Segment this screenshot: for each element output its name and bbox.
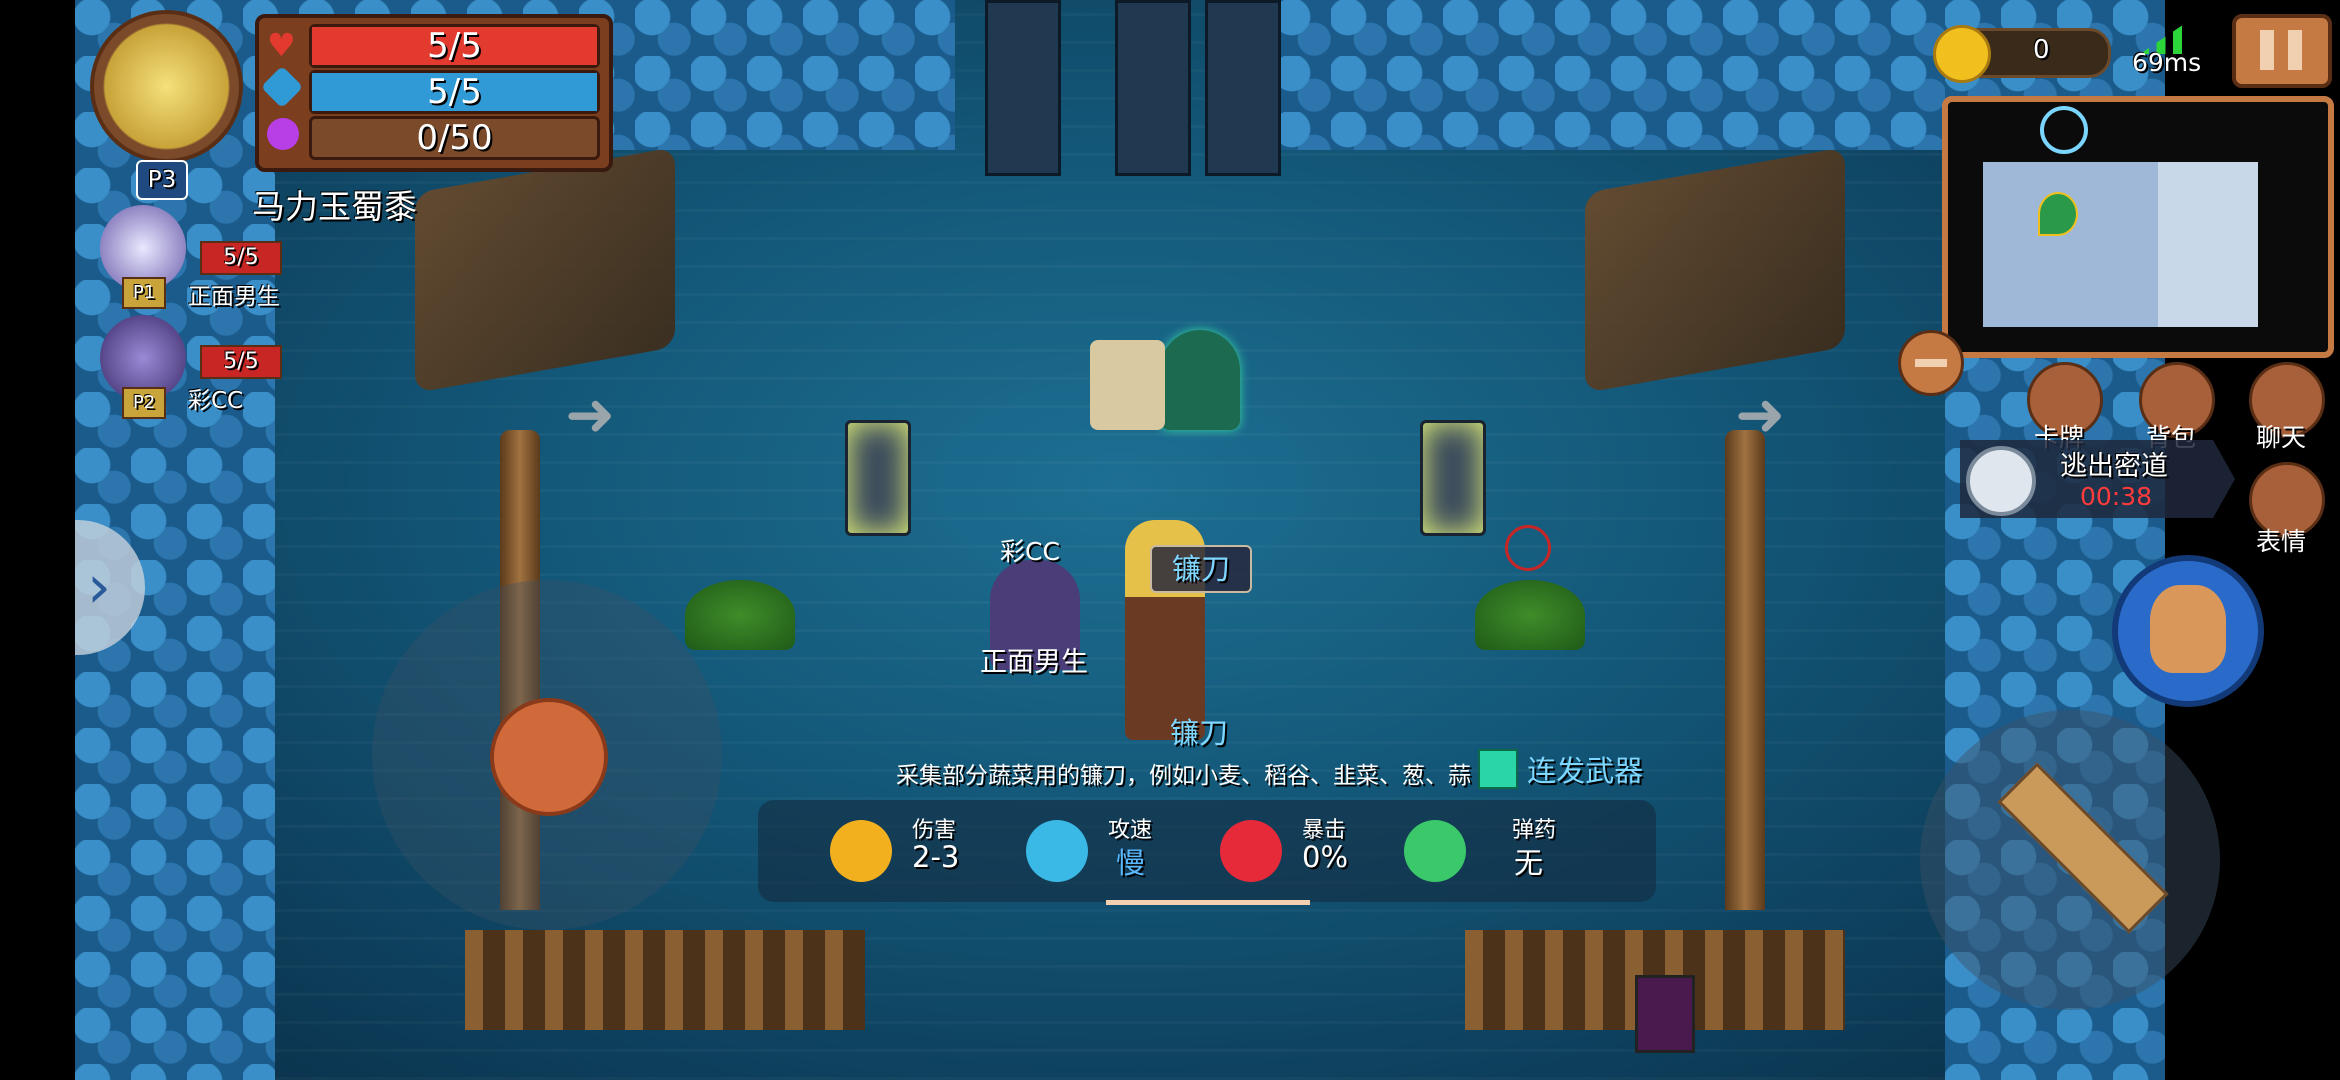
energy-icon	[267, 118, 299, 150]
energy-value: 0/50	[416, 118, 493, 158]
crosshair-icon	[1505, 525, 1551, 571]
coin-icon	[1933, 25, 1991, 83]
stopwatch-icon	[1966, 446, 2036, 516]
hp-bar: 5/5	[309, 24, 600, 68]
pause-icon	[2260, 30, 2274, 70]
quest-title: 逃出密道	[2060, 451, 2168, 482]
rapid-fire-icon	[1478, 749, 1518, 789]
interact-button[interactable]	[2112, 555, 2264, 707]
gate-pillar	[1115, 0, 1191, 176]
coin-counter: 0	[1933, 25, 2111, 83]
npc-caicc-label: 彩CC	[1000, 537, 1060, 566]
weapon-stats-panel: 伤害 2-3 攻速 慢 暴击 0% 弹药 无	[758, 800, 1656, 902]
player-marker-icon	[2038, 192, 2078, 236]
shield-value: 5/5	[427, 72, 482, 112]
arrow-sign-left: ➜	[565, 380, 616, 450]
speed-icon	[1026, 820, 1088, 882]
minimap-collapse-button[interactable]	[1898, 330, 1964, 396]
attack-button[interactable]	[1920, 710, 2220, 1010]
ping-value: 69ms	[2132, 48, 2202, 77]
pause-icon	[2288, 30, 2302, 70]
cards-button[interactable]: 卡牌	[2022, 362, 2103, 452]
gate-pillar	[985, 0, 1061, 176]
shipwreck-right	[1585, 147, 1845, 393]
plant-right	[1475, 580, 1585, 650]
stat-value: 0%	[1302, 840, 1349, 874]
stat-speed: 攻速 慢	[1026, 810, 1226, 890]
portal-icon	[2040, 106, 2088, 154]
heart-icon: ♥	[267, 26, 296, 64]
minus-icon	[1915, 359, 1947, 367]
stat-damage: 伤害 2-3	[830, 810, 1030, 890]
weapon-tag-top: 镰刀	[1150, 545, 1252, 593]
movement-joystick[interactable]	[372, 580, 722, 930]
enemy-marker-icon	[1635, 975, 1695, 1053]
teammate-name: 彩CC	[188, 388, 244, 414]
lantern-right	[1420, 420, 1486, 536]
stat-value: 慢	[1116, 846, 1146, 880]
crit-icon	[1220, 820, 1282, 882]
npc-zhengmian-label: 正面男生	[980, 647, 1088, 678]
teammate-name: 正面男生	[188, 284, 280, 310]
minimap-room	[1983, 162, 2158, 327]
hand-icon	[2150, 585, 2226, 673]
gate-pillar	[1205, 0, 1281, 176]
plant-left	[685, 580, 795, 650]
teammate-p1: P1 5/5 正面男生	[100, 205, 420, 310]
fence-bottom-left	[465, 930, 865, 1030]
player-stats-panel: 5/5 5/5 0/50 ♥	[255, 14, 613, 172]
damage-icon	[830, 820, 892, 882]
backpack-button[interactable]: 背包	[2134, 362, 2215, 452]
minimap-room	[2158, 162, 2258, 327]
scroll-item[interactable]	[1090, 340, 1165, 430]
chevron-right-icon: ›	[87, 552, 111, 622]
teammate-p2: P2 5/5 彩CC	[100, 315, 420, 419]
fence-right	[1725, 430, 1765, 910]
shield-bar: 5/5	[309, 70, 600, 114]
weapon-tag-bottom: 镰刀	[1170, 716, 1229, 750]
stat-ammo: 弹药 无	[1404, 810, 1604, 890]
ghost-npc[interactable]	[1160, 330, 1240, 430]
weapon-type-tag: 连发武器	[1478, 748, 1644, 789]
teammate-hp-text: 5/5	[223, 245, 259, 270]
ammo-icon	[1404, 820, 1466, 882]
emote-label: 表情	[2256, 527, 2307, 556]
teammate-tag: P1	[122, 277, 166, 309]
stat-crit: 暴击 0%	[1220, 810, 1420, 890]
shield-icon	[260, 65, 304, 109]
emote-button[interactable]: 表情	[2244, 460, 2325, 556]
chat-label: 聊天	[2256, 423, 2307, 452]
minimap[interactable]	[1942, 96, 2334, 358]
stat-value: 无	[1514, 846, 1544, 880]
teammate-tag-text: P1	[132, 282, 156, 303]
quest-panel: 逃出密道 00:38	[1960, 440, 2235, 518]
player-tag-text: P3	[147, 167, 177, 193]
weapon-tag-top-text: 镰刀	[1171, 552, 1230, 586]
player-portrait	[90, 10, 243, 163]
sword-icon	[1997, 762, 2169, 934]
teammate-hp-badge: 5/5	[200, 241, 282, 275]
teammate-hp-badge: 5/5	[200, 345, 282, 379]
joystick-knob[interactable]	[490, 698, 608, 816]
player-tag: P3	[136, 160, 188, 200]
pause-button[interactable]	[2232, 14, 2332, 88]
quest-timer: 00:38	[2080, 482, 2153, 511]
hp-value: 5/5	[427, 26, 482, 66]
shipwreck-left	[415, 147, 675, 393]
weapon-type-text: 连发武器	[1527, 754, 1644, 788]
teammate-hp-text: 5/5	[223, 349, 259, 374]
chat-button[interactable]: 聊天	[2244, 362, 2325, 452]
teammate-tag-text: P2	[132, 392, 156, 413]
weapon-description: 采集部分蔬菜用的镰刀，例如小麦、稻谷、韭菜、葱、蒜	[896, 763, 1471, 789]
teammate-tag: P2	[122, 387, 166, 419]
energy-bar: 0/50	[309, 116, 600, 160]
lantern-left	[845, 420, 911, 536]
stats-underline	[1106, 900, 1310, 905]
stat-value: 2-3	[912, 840, 960, 874]
coin-value: 0	[2033, 35, 2050, 65]
